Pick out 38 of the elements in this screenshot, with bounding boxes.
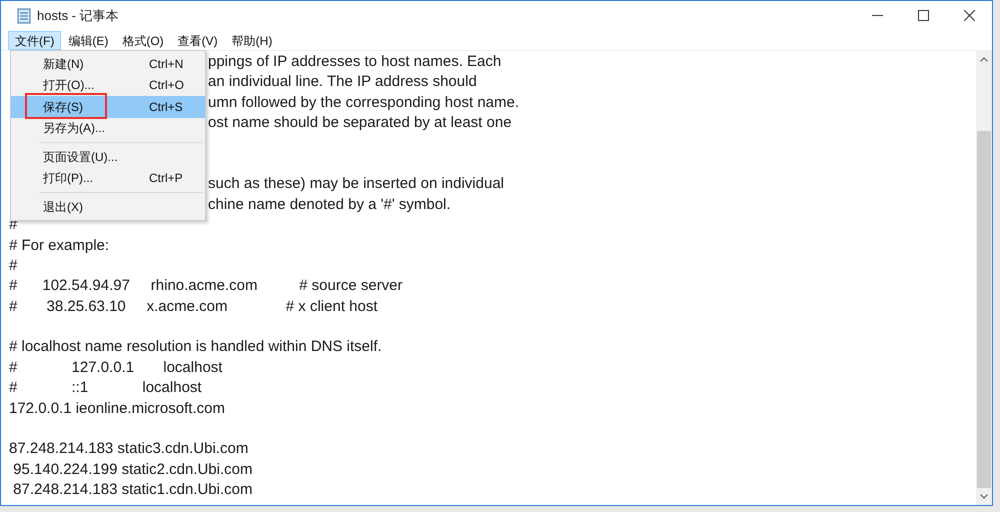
- close-icon: [964, 10, 974, 21]
- text-line: # localhost name resolution is handled within DNS itself.: [9, 338, 382, 356]
- text-line: such as these) may be inserted on individual: [208, 175, 504, 192]
- maximize-icon: [918, 10, 928, 21]
- menu-item[interactable]: 打开(O)... Ctrl+O: [11, 74, 205, 96]
- text-line: ost name should be separated by at least one: [208, 114, 512, 132]
- menu-title[interactable]: 帮助(H): [224, 30, 280, 50]
- menu-title[interactable]: 格式(O): [115, 30, 171, 50]
- minimize-icon: [872, 14, 882, 16]
- text-line: 172.0.0.1 ieonline.microsoft.com: [9, 400, 225, 417]
- menu-title[interactable]: 编辑(E): [61, 30, 116, 50]
- text-line: 87.248.214.183 static1.cdn.Ubi.com: [12, 481, 252, 498]
- text-line: # For example:: [9, 236, 110, 254]
- text-line: chine name denoted by a '#' symbol.: [208, 196, 451, 213]
- text-line: 95.140.224.199 static2.cdn.Ubi.com: [12, 460, 252, 478]
- window-title: hosts - 记事本: [37, 6, 119, 25]
- text-line: # 102.54.94.97 rhino.acme.com # source server: [9, 277, 403, 294]
- text-line: # 38.25.63.10 x.acme.com # x client host: [9, 298, 378, 315]
- scroll-down-icon: [980, 494, 988, 499]
- scrollbar-thumb[interactable]: [977, 131, 991, 488]
- text-line: # 127.0.0.1 localhost: [9, 358, 222, 376]
- menu-item[interactable]: 另存为(A)...: [11, 118, 205, 139]
- text-line: umn followed by the corresponding host name.: [208, 94, 520, 111]
- text-line: # ::1 localhost: [9, 379, 202, 396]
- menu-item[interactable]: 新建(N) Ctrl+N: [11, 53, 205, 74]
- scrollbar[interactable]: [976, 51, 992, 505]
- text-line: ppings of IP addresses to host names. Each: [208, 53, 502, 70]
- menu-item[interactable]: 保存(S) Ctrl+S: [11, 96, 205, 118]
- text-line: an individual line. The IP address should: [208, 73, 477, 90]
- menu-item[interactable]: 打印(P)... Ctrl+P: [11, 168, 205, 189]
- text-line: #: [9, 256, 18, 274]
- menu-item[interactable]: 退出(X): [11, 196, 205, 218]
- notepad-icon: [17, 8, 31, 24]
- text-line: 87.248.214.183 static3.cdn.Ubi.com: [9, 440, 248, 458]
- menu-item[interactable]: 页面设置(U)...: [11, 146, 205, 168]
- scroll-up-icon: [980, 57, 988, 62]
- menu-title[interactable]: 文件(F): [8, 30, 62, 50]
- menu-title[interactable]: 查看(V): [170, 30, 225, 50]
